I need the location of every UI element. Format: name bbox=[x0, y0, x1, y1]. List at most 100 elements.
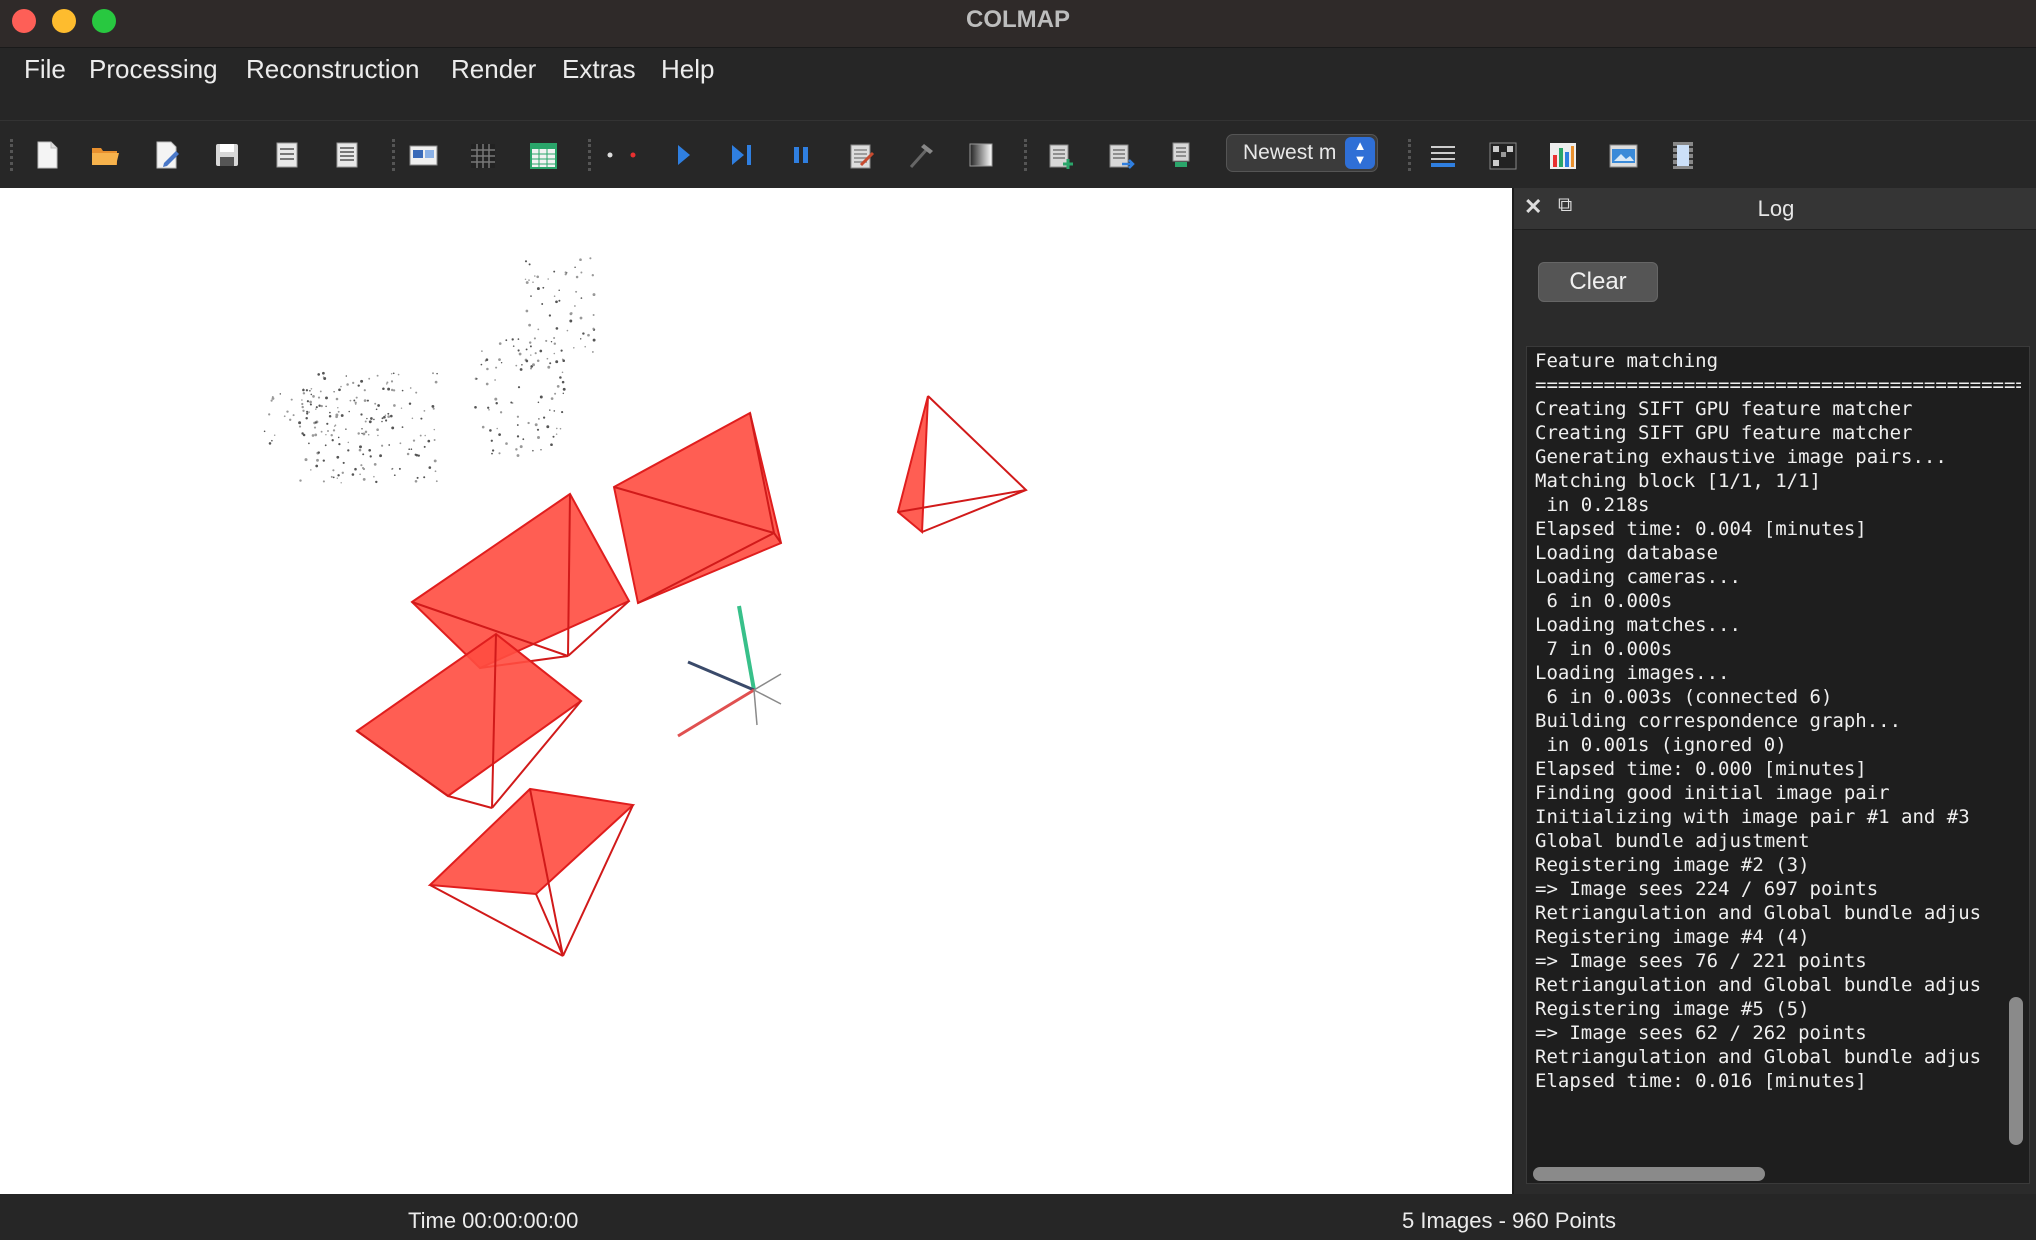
log-line: Retriangulation and Global bundle adjus bbox=[1535, 1046, 1982, 1068]
log-line: Building correspondence graph... bbox=[1535, 710, 1902, 732]
camera-frustum[interactable] bbox=[410, 492, 631, 670]
clear-log-button[interactable]: Clear bbox=[1538, 262, 1658, 302]
log-line: => Image sees 62 / 262 points bbox=[1535, 1022, 1867, 1044]
sparse-point bbox=[554, 392, 557, 395]
sparse-point bbox=[584, 345, 586, 348]
sparse-point bbox=[308, 442, 310, 445]
log-icon[interactable] bbox=[1428, 139, 1458, 171]
import-model-icon[interactable] bbox=[272, 139, 302, 171]
sparse-point bbox=[549, 362, 552, 365]
sparse-point bbox=[392, 372, 395, 375]
sparse-point bbox=[512, 345, 515, 347]
model-select-dropdown[interactable]: Newest m ▲ ▼ bbox=[1226, 134, 1378, 172]
sparse-point bbox=[537, 328, 540, 331]
sparse-point bbox=[550, 340, 553, 343]
sparse-point bbox=[268, 413, 271, 416]
sparse-point bbox=[433, 428, 436, 431]
camera-frustum[interactable] bbox=[427, 787, 636, 957]
statistics-icon[interactable] bbox=[1548, 139, 1578, 171]
video-icon[interactable] bbox=[1668, 139, 1698, 171]
sparse-point bbox=[511, 338, 514, 341]
export-model-icon[interactable] bbox=[332, 139, 362, 171]
step-reconstruction-icon[interactable] bbox=[726, 139, 756, 171]
sparse-point bbox=[524, 278, 527, 281]
sparse-point bbox=[376, 428, 379, 432]
menu-extras[interactable]: Extras bbox=[562, 54, 636, 85]
sparse-point bbox=[362, 432, 366, 436]
start-reconstruction-icon[interactable] bbox=[668, 139, 698, 171]
log-line: Registering image #4 (4) bbox=[1535, 926, 1810, 948]
edit-project-icon[interactable] bbox=[152, 139, 182, 171]
sparse-point bbox=[423, 445, 426, 448]
sparse-point bbox=[268, 442, 272, 445]
menu-file[interactable]: File bbox=[24, 54, 66, 85]
sparse-point bbox=[556, 385, 560, 388]
log-line: Elapsed time: 0.000 [minutes] bbox=[1535, 758, 1867, 780]
reset-view-icon[interactable] bbox=[1106, 139, 1136, 171]
sparse-point bbox=[362, 477, 366, 481]
sparse-point bbox=[368, 448, 372, 452]
reconstruction-viewport[interactable] bbox=[0, 188, 1512, 1194]
vertical-scrollbar-thumb[interactable] bbox=[2009, 997, 2023, 1145]
sparse-point bbox=[518, 352, 522, 356]
screenshot-icon[interactable] bbox=[1608, 139, 1638, 171]
render-options-icon[interactable] bbox=[1166, 139, 1196, 171]
sparse-point bbox=[433, 459, 437, 463]
camera-frustum[interactable] bbox=[612, 411, 783, 605]
sparse-point bbox=[532, 449, 534, 452]
coordinate-axes bbox=[677, 605, 782, 738]
toolbar-separator bbox=[1024, 139, 1027, 171]
dense-reconstruction-icon[interactable] bbox=[966, 139, 996, 171]
sparse-point bbox=[592, 314, 595, 316]
bundle-adjustment-icon[interactable] bbox=[906, 139, 936, 171]
feature-matching-icon[interactable] bbox=[468, 139, 498, 171]
menu-processing[interactable]: Processing bbox=[89, 54, 218, 85]
camera-frustum[interactable] bbox=[355, 632, 583, 809]
sparse-point bbox=[573, 305, 576, 307]
menu-render[interactable]: Render bbox=[451, 54, 536, 85]
camera-frustum[interactable] bbox=[896, 395, 1028, 535]
sparse-point bbox=[302, 392, 306, 395]
sparse-point bbox=[351, 473, 355, 476]
sparse-point bbox=[331, 439, 334, 442]
new-project-icon[interactable] bbox=[32, 139, 62, 171]
menu-bar: File Processing Reconstruction Render Ex… bbox=[0, 48, 2036, 120]
sparse-point bbox=[271, 439, 273, 442]
sparse-point bbox=[436, 372, 438, 375]
sparse-point bbox=[375, 480, 378, 484]
sparse-point bbox=[431, 404, 435, 408]
sparse-point bbox=[301, 432, 304, 435]
sparse-point bbox=[517, 386, 521, 389]
sparse-point bbox=[345, 428, 347, 430]
sparse-point bbox=[335, 397, 339, 401]
menu-reconstruction[interactable]: Reconstruction bbox=[246, 54, 419, 85]
sparse-point bbox=[359, 445, 362, 449]
menu-help[interactable]: Help bbox=[661, 54, 714, 85]
sparse-point bbox=[481, 350, 483, 352]
sparse-point bbox=[391, 426, 395, 430]
sparse-point bbox=[529, 345, 532, 348]
feature-extraction-icon[interactable] bbox=[408, 139, 438, 171]
open-project-icon[interactable] bbox=[90, 139, 120, 171]
pause-reconstruction-icon[interactable] bbox=[786, 139, 816, 171]
vertical-scrollbar[interactable] bbox=[2009, 347, 2025, 1147]
automatic-reconstruction-icon[interactable] bbox=[604, 139, 636, 171]
sparse-point bbox=[342, 461, 345, 464]
sparse-point bbox=[592, 351, 594, 353]
horizontal-scrollbar[interactable] bbox=[1527, 1163, 2007, 1181]
database-management-icon[interactable] bbox=[528, 139, 558, 171]
sparse-point bbox=[374, 402, 377, 405]
save-project-icon[interactable] bbox=[212, 139, 242, 171]
reset-reconstruction-icon[interactable] bbox=[846, 139, 876, 171]
model-select-value: Newest m bbox=[1243, 141, 1337, 164]
sparse-point bbox=[562, 387, 566, 391]
grid-icon[interactable] bbox=[1488, 139, 1518, 171]
log-line: Matching block [1/1, 1/1] bbox=[1535, 470, 1821, 492]
render-settings-icon[interactable] bbox=[1046, 139, 1076, 171]
sparse-point bbox=[333, 425, 336, 427]
sparse-point bbox=[553, 295, 556, 297]
horizontal-scrollbar-thumb[interactable] bbox=[1533, 1167, 1765, 1181]
log-text-area[interactable]: Feature matching ========================… bbox=[1526, 346, 2030, 1184]
sparse-point bbox=[434, 380, 438, 384]
sparse-point bbox=[562, 392, 565, 395]
